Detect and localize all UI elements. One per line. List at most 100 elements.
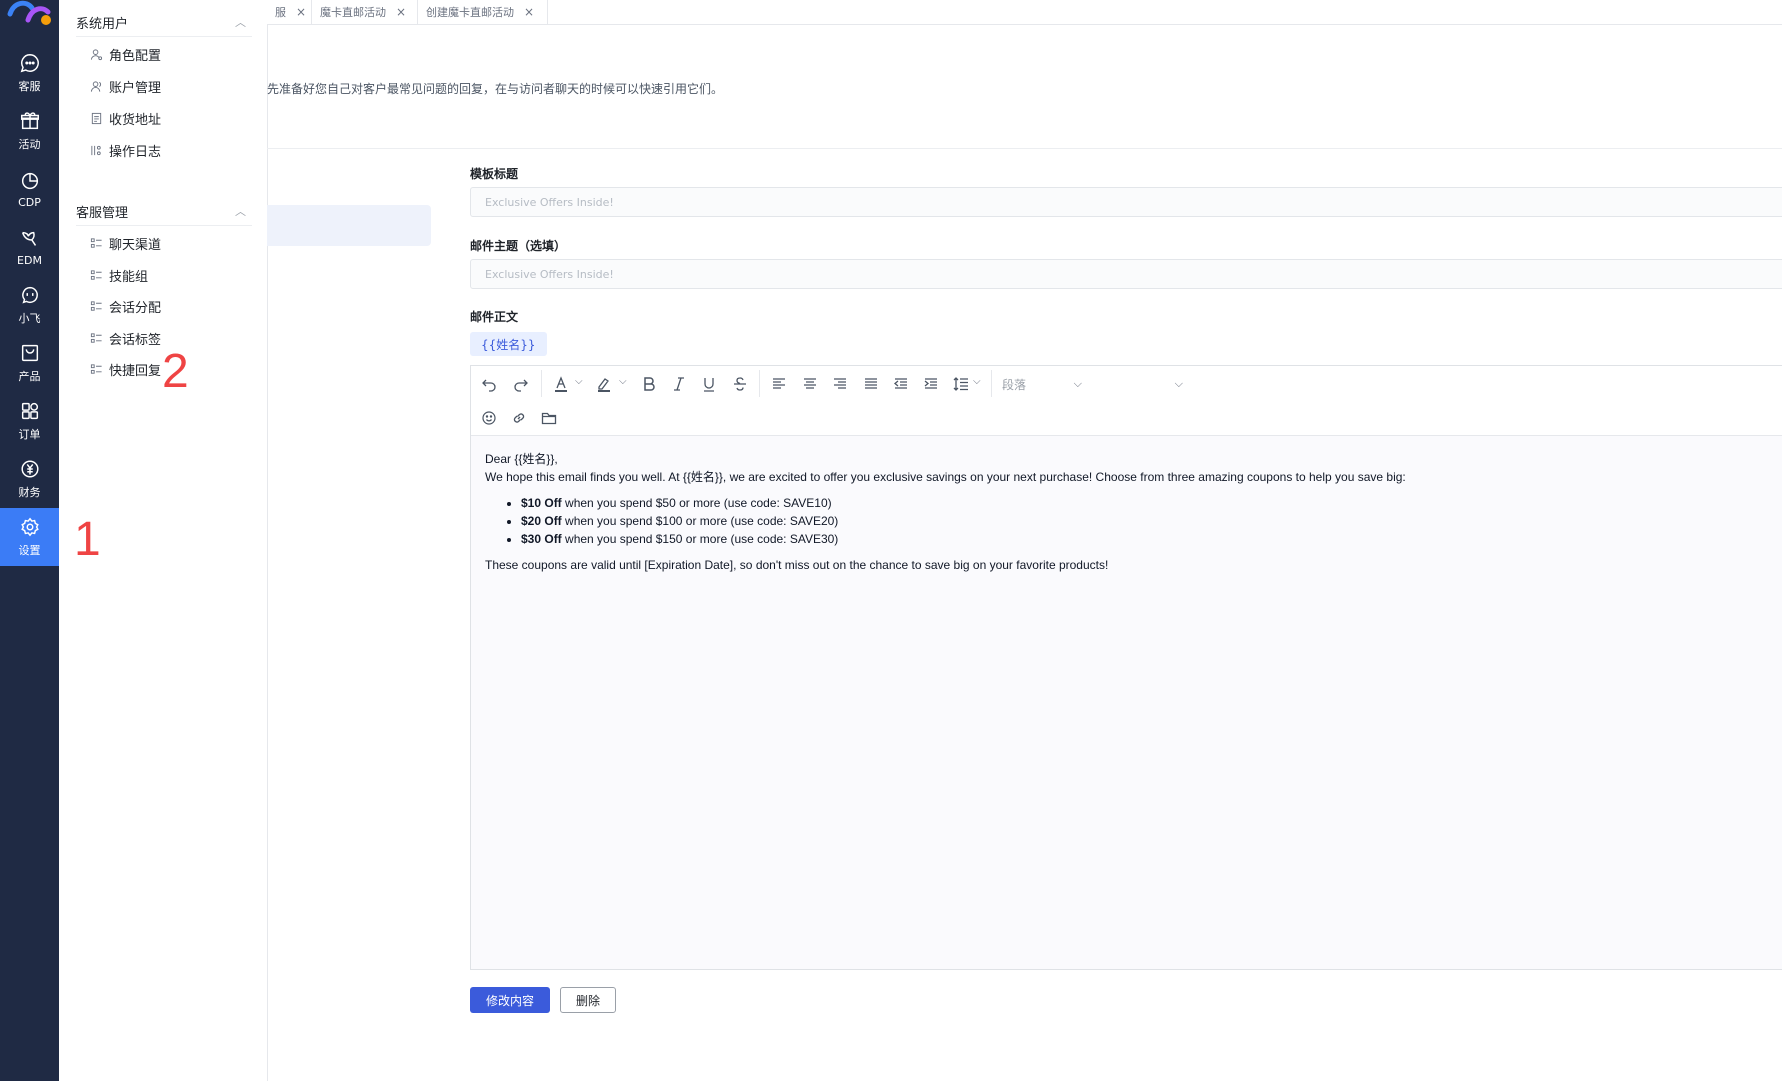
bird-icon [21, 231, 36, 246]
justify-icon [865, 378, 877, 389]
chevron-down-icon: ⌵ [1174, 377, 1183, 390]
align-center-icon [804, 378, 816, 389]
folder-button[interactable] [539, 408, 559, 428]
page-description: 先准备好您自己对客户最常见问题的回复，在与访问者聊天的时候可以快速引用它们。 [267, 82, 724, 96]
undo-button[interactable] [479, 374, 499, 394]
menu-item-shipping-address[interactable]: 收货地址 [90, 106, 161, 130]
rail-item-settings[interactable]: 设置 [0, 508, 59, 566]
subject-input[interactable]: Exclusive Offers Inside! [470, 259, 1782, 289]
align-center-button[interactable] [800, 374, 820, 394]
rail-item-finance[interactable]: 财务 [0, 450, 59, 508]
bag-icon [21, 344, 38, 362]
font-size-select[interactable]: ⌵ [1111, 373, 1191, 395]
paragraph-style-select[interactable]: 段落 ⌵ [1002, 373, 1092, 395]
strikethrough-button[interactable] [730, 374, 750, 394]
variable-tag-name[interactable]: {{姓名}} [470, 332, 547, 356]
list-icon [90, 363, 102, 374]
align-right-button[interactable] [830, 374, 850, 394]
template-title-input[interactable]: Exclusive Offers Inside! [470, 187, 1782, 217]
menu-item-chat-channel[interactable]: 聊天渠道 [90, 231, 161, 255]
chevron-down-icon[interactable]: ⌵ [575, 376, 583, 387]
menu-item-operation-log[interactable]: 操作日志 [90, 138, 161, 162]
coupon-item: $30 Off when you spend $150 or more (use… [521, 530, 1775, 548]
outdent-button[interactable] [891, 374, 911, 394]
editor-toolbar: ⌵ ⌵ ⌵ 段落 ⌵ ⌵ [471, 366, 1782, 402]
bold-icon [644, 377, 655, 391]
coupon-item: $10 Off when you spend $50 or more (use … [521, 494, 1775, 512]
menu-item-skill-group[interactable]: 技能组 [90, 263, 148, 287]
italic-button[interactable] [669, 374, 689, 394]
align-left-button[interactable] [769, 374, 789, 394]
line-height-button[interactable] [951, 374, 971, 394]
menu-item-label: 账户管理 [109, 80, 162, 96]
font-color-button[interactable] [551, 374, 571, 394]
selected-list-row[interactable] [267, 205, 431, 246]
link-button[interactable] [509, 408, 529, 428]
rail-item-order[interactable]: 订单 [0, 392, 59, 450]
close-icon[interactable]: × [396, 5, 406, 19]
menu-group-customer-service[interactable]: 客服管理 ︿ [76, 197, 252, 226]
rail-item-customer-service[interactable]: 客服 [0, 44, 59, 102]
rail-label: 设置 [18, 544, 41, 557]
align-left-icon [773, 378, 785, 389]
rail-label: 财务 [18, 486, 41, 499]
list-icon [90, 332, 102, 343]
rail-item-xiaofei[interactable]: 小飞 [0, 276, 59, 334]
coupon-item: $20 Off when you spend $100 or more (use… [521, 512, 1775, 530]
underline-button[interactable] [699, 374, 719, 394]
menu-item-role-config[interactable]: 角色配置 [90, 42, 161, 66]
gear-icon [20, 517, 39, 537]
close-icon[interactable]: × [296, 5, 306, 19]
menu-group-system-users[interactable]: 系统用户 ︿ [76, 8, 252, 37]
chevron-down-icon[interactable]: ⌵ [973, 376, 981, 387]
tab-customer-service[interactable]: 服 × [267, 0, 312, 24]
rich-text-editor[interactable]: ⌵ ⌵ ⌵ 段落 ⌵ ⌵ Dear {{姓名}}, We hope this e… [470, 365, 1782, 970]
grid-icon [21, 402, 38, 420]
chat-icon [20, 54, 39, 73]
rail-item-cdp[interactable]: CDP [0, 160, 59, 218]
rail-item-product[interactable]: 产品 [0, 334, 59, 392]
tab-moka-campaign[interactable]: 魔卡直邮活动 × [312, 0, 418, 24]
chevron-up-icon: ︿ [235, 205, 246, 218]
link-icon [513, 413, 525, 423]
step-annotation-1: 1 [74, 513, 101, 566]
indent-icon [924, 378, 937, 389]
menu-item-session-tags[interactable]: 会话标签 [90, 326, 161, 350]
menu-item-session-assign[interactable]: 会话分配 [90, 294, 161, 318]
delete-button[interactable]: 删除 [560, 987, 616, 1013]
template-title-label: 模板标题 [470, 167, 519, 181]
emoji-icon [482, 411, 496, 425]
rail-item-edm[interactable]: EDM [0, 218, 59, 276]
subject-label: 邮件主题（选填） [470, 239, 567, 253]
log-icon [91, 145, 101, 155]
coupon-amount: $10 Off [521, 496, 562, 510]
close-icon[interactable]: × [524, 5, 534, 19]
gift-icon [20, 112, 39, 130]
tab-create-moka-campaign[interactable]: 创建魔卡直邮活动 × [418, 0, 548, 24]
rail-label: 活动 [18, 138, 41, 151]
highlight-button[interactable] [594, 374, 614, 394]
menu-group-title: 客服管理 [76, 205, 129, 221]
justify-button[interactable] [861, 374, 881, 394]
emoji-button[interactable] [479, 408, 499, 428]
indent-button[interactable] [921, 374, 941, 394]
folder-icon [541, 412, 557, 425]
outdent-icon [893, 378, 907, 389]
menu-item-quick-reply[interactable]: 快捷回复 [90, 357, 161, 381]
email-body-content[interactable]: Dear {{姓名}}, We hope this email finds yo… [485, 450, 1775, 574]
redo-button[interactable] [511, 374, 531, 394]
italic-icon [674, 377, 684, 391]
save-content-button[interactable]: 修改内容 [470, 987, 550, 1013]
menu-item-account-management[interactable]: 账户管理 [90, 74, 161, 98]
underline-icon [704, 378, 714, 392]
app-logo [7, 0, 51, 25]
app-rail: 客服 活动 CDP EDM 小飞 产品 订单 财务 设置 [0, 0, 59, 1081]
highlighter-icon [598, 378, 610, 392]
coupon-amount: $30 Off [521, 532, 562, 546]
toolbar-divider [541, 370, 542, 397]
rail-item-activity[interactable]: 活动 [0, 102, 59, 160]
menu-item-label: 快捷回复 [109, 363, 162, 379]
bold-button[interactable] [639, 374, 659, 394]
chevron-down-icon[interactable]: ⌵ [619, 376, 627, 387]
email-greeting: Dear {{姓名}}, [485, 452, 558, 466]
